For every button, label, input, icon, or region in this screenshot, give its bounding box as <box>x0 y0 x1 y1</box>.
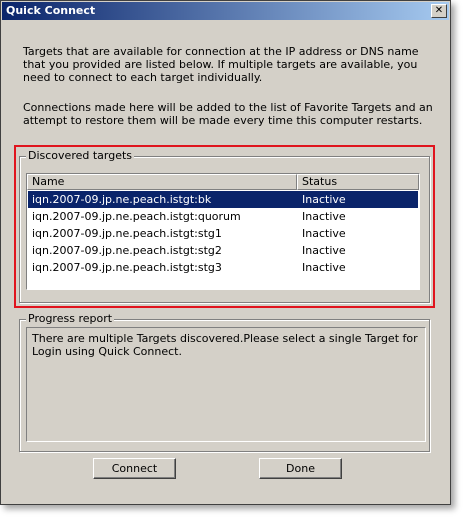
connect-button[interactable]: Connect <box>93 458 176 479</box>
progress-report-box: There are multiple Targets discovered.Pl… <box>26 327 426 442</box>
intro-paragraph-1: Targets that are available for connectio… <box>23 45 419 84</box>
window-title: Quick Connect <box>6 4 96 17</box>
annotation-highlight <box>14 145 435 308</box>
intro-paragraph-2: Connections made here will be added to t… <box>23 101 433 127</box>
progress-report-label: Progress report <box>26 312 115 325</box>
quick-connect-dialog: Quick Connect ✕ Targets that are availab… <box>0 0 451 505</box>
close-button[interactable]: ✕ <box>431 4 447 18</box>
done-button[interactable]: Done <box>259 458 342 479</box>
title-bar[interactable]: Quick Connect ✕ <box>2 2 449 20</box>
progress-message: There are multiple Targets discovered.Pl… <box>32 332 418 358</box>
close-icon: ✕ <box>434 5 444 16</box>
